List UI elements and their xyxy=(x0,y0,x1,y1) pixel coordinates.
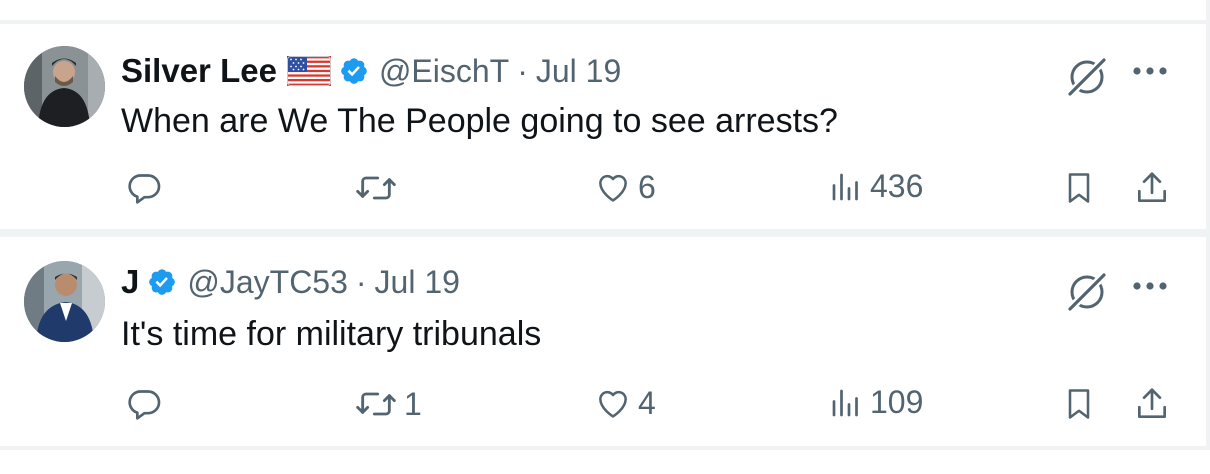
bookmark-icon xyxy=(1061,384,1097,424)
tweet-header: J @JayTC53 · Jul 19 xyxy=(121,263,460,301)
tweet-text: When are We The People going to see arre… xyxy=(121,102,838,140)
retweet-button[interactable] xyxy=(354,168,404,208)
more-icon[interactable] xyxy=(1132,281,1168,291)
top-divider xyxy=(0,0,1210,24)
reply-button[interactable] xyxy=(124,168,170,208)
reply-button[interactable] xyxy=(124,384,170,424)
bookmark-button[interactable] xyxy=(1061,384,1097,424)
views-button[interactable]: 109 xyxy=(828,384,923,421)
tweet-date[interactable]: Jul 19 xyxy=(375,264,460,301)
like-icon xyxy=(594,384,632,422)
retweet-icon xyxy=(354,168,398,208)
verified-badge-icon xyxy=(147,267,177,297)
display-name[interactable]: Silver Lee xyxy=(121,52,277,90)
share-button[interactable] xyxy=(1133,384,1171,424)
views-button[interactable]: 436 xyxy=(828,168,923,205)
us-flag-icon xyxy=(286,56,331,86)
like-count: 4 xyxy=(638,384,656,421)
more-icon[interactable] xyxy=(1132,66,1168,76)
retweet-count: 1 xyxy=(404,385,422,422)
like-button[interactable]: 4 xyxy=(594,384,656,422)
tweet-divider xyxy=(0,229,1210,237)
bookmark-icon xyxy=(1061,168,1097,208)
like-icon xyxy=(594,168,632,206)
verified-badge-icon xyxy=(339,56,369,86)
views-icon xyxy=(828,385,864,421)
like-button[interactable]: 6 xyxy=(594,168,656,206)
user-handle[interactable]: @JayTC53 xyxy=(187,264,348,301)
retweet-icon xyxy=(354,384,398,424)
avatar[interactable] xyxy=(24,46,105,127)
views-icon xyxy=(828,169,864,205)
tweet[interactable]: J @JayTC53 · Jul 19 It's time for milita… xyxy=(0,237,1206,446)
display-name[interactable]: J xyxy=(121,263,139,301)
avatar[interactable] xyxy=(24,261,105,342)
like-count: 6 xyxy=(638,168,656,205)
share-icon xyxy=(1133,168,1171,208)
grok-icon[interactable] xyxy=(1062,267,1112,317)
share-icon xyxy=(1133,384,1171,424)
grok-icon[interactable] xyxy=(1062,52,1112,102)
tweet-date[interactable]: Jul 19 xyxy=(536,53,621,90)
share-button[interactable] xyxy=(1133,168,1171,208)
bookmark-button[interactable] xyxy=(1061,168,1097,208)
reply-icon xyxy=(124,168,164,208)
separator-dot: · xyxy=(355,263,367,300)
reply-icon xyxy=(124,384,164,424)
user-handle[interactable]: @EischT xyxy=(379,53,509,90)
view-count: 109 xyxy=(870,384,924,420)
retweet-button[interactable]: 1 xyxy=(354,384,422,424)
tweet[interactable]: Silver Lee @EischT · Jul 19 When are We … xyxy=(0,24,1206,229)
tweet-text: It's time for military tribunals xyxy=(121,315,542,353)
separator-dot: · xyxy=(517,52,528,89)
tweet-header: Silver Lee @EischT · Jul 19 xyxy=(121,52,621,90)
view-count: 436 xyxy=(870,168,924,204)
